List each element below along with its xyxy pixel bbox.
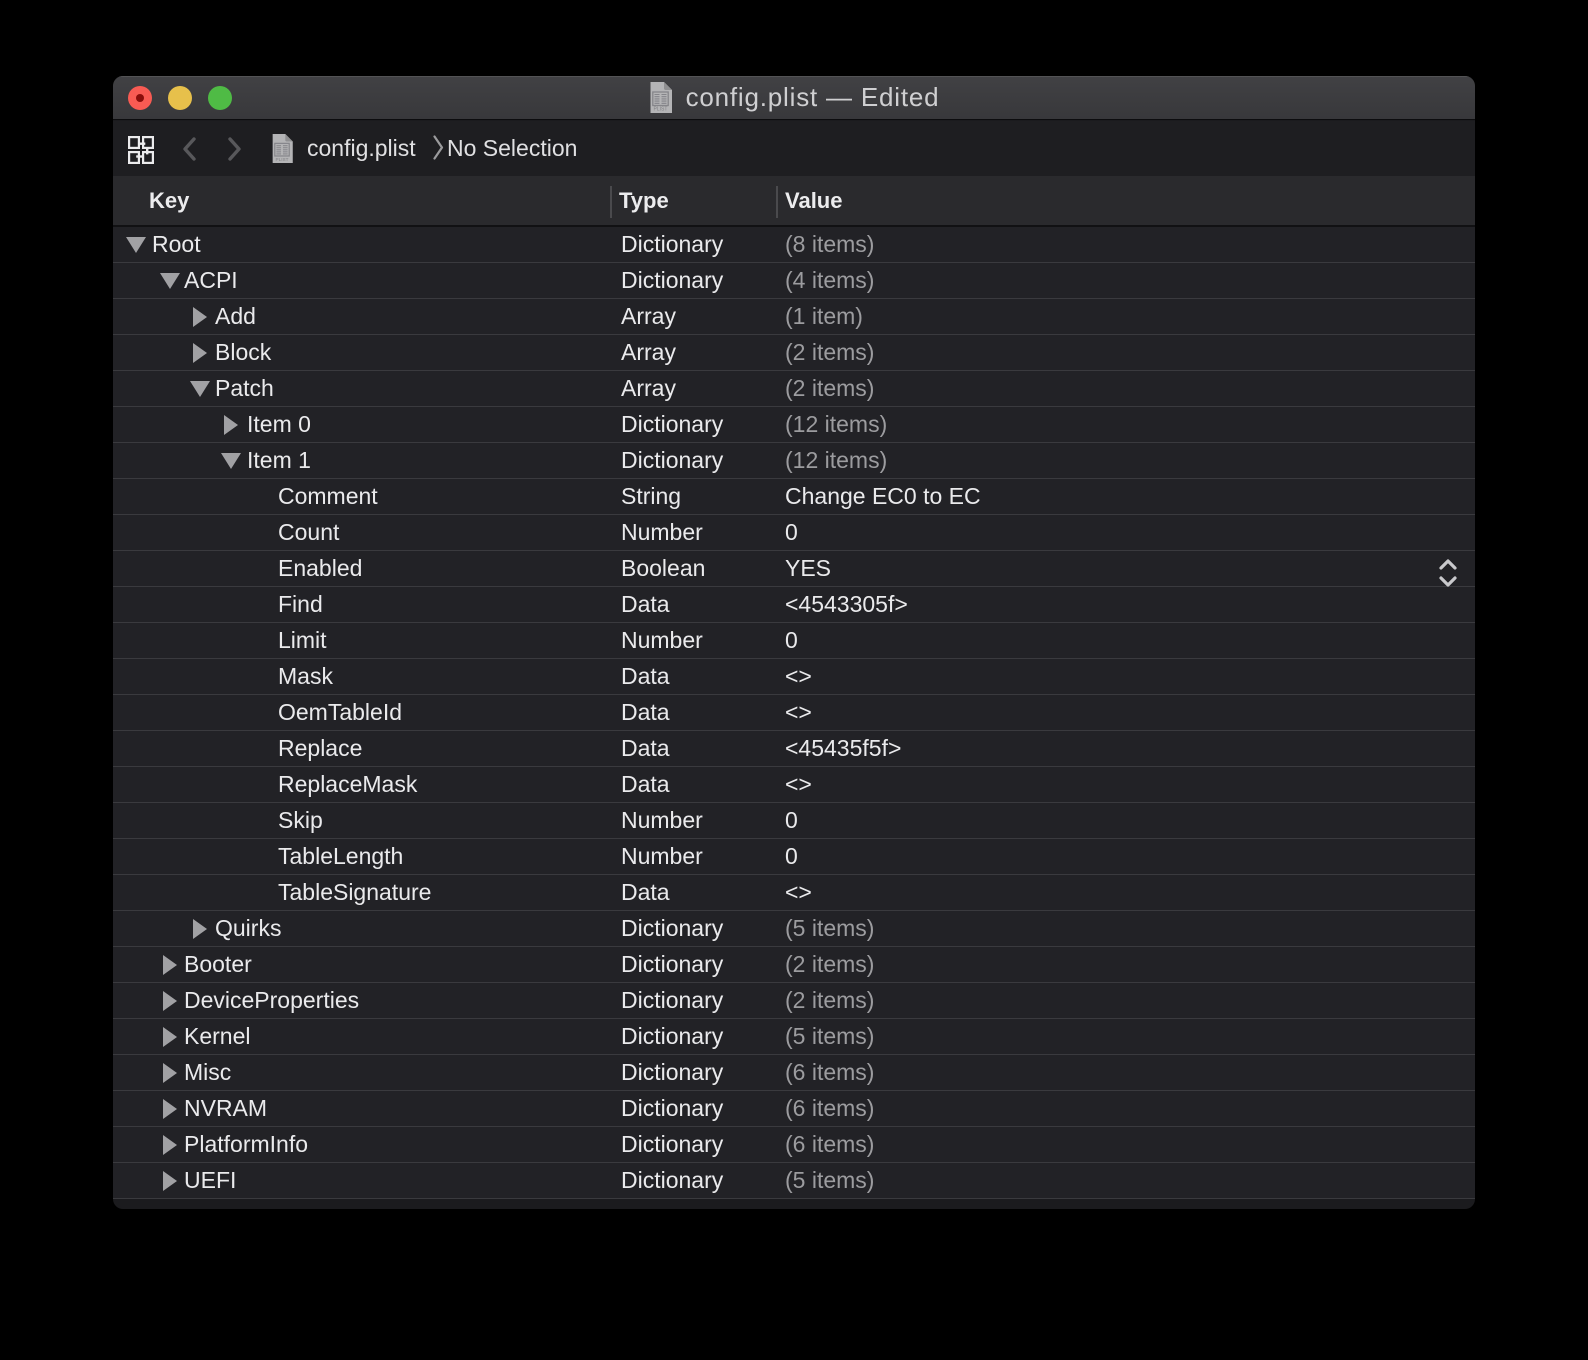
svg-text:PLIST: PLIST bbox=[653, 107, 667, 113]
svg-text:PLIST: PLIST bbox=[276, 157, 289, 162]
